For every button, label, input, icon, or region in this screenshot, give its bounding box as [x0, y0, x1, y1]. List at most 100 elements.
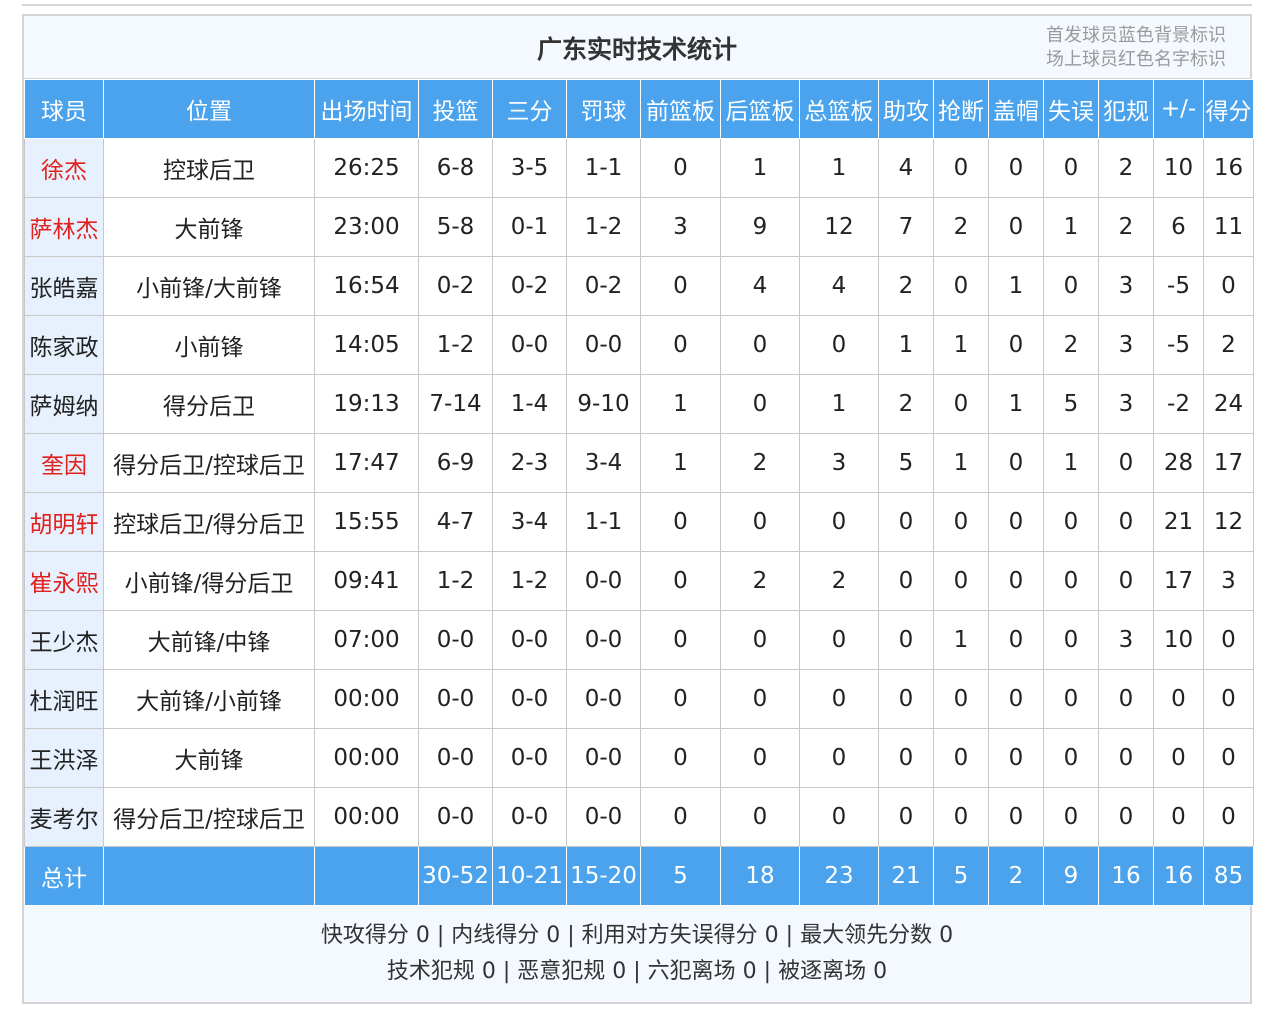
stat-cell: 2: [1043, 315, 1099, 375]
stat-cell: 0: [933, 787, 989, 847]
stat-cell: 0: [1098, 433, 1154, 493]
stat-cell: 28: [1153, 433, 1204, 493]
stat-cell: 0: [799, 610, 879, 670]
stat-cell: 21: [1153, 492, 1204, 552]
stat-cell: 0: [1043, 256, 1099, 316]
stat-cell: 1: [799, 374, 879, 434]
stat-cell: 11: [1203, 197, 1254, 257]
column-header: 罚球: [566, 79, 641, 139]
stat-cell: 0: [799, 492, 879, 552]
stat-cell: 0-0: [492, 787, 567, 847]
stats-table: 球员 位置 出场时间 投篮 三分 罚球 前篮板 后篮板 总篮板 助攻 抢断 盖帽 失误 犯规 +/- 得分 徐…: [24, 79, 1254, 906]
table-row: 王少杰 大前锋/中锋 07:00 0-0 0-0 0-0 0 0 0 0 1 0 0 3 10 0: [24, 610, 1254, 670]
stat-cell: 0: [1203, 610, 1254, 670]
stat-cell: 0: [799, 669, 879, 729]
column-header: 位置: [103, 79, 315, 139]
stat-cell: 0: [1153, 669, 1204, 729]
totals-cell: 5: [640, 846, 721, 906]
stat-cell: 17: [1203, 433, 1254, 493]
stat-cell: 07:00: [314, 610, 419, 670]
stat-cell: 0: [1203, 787, 1254, 847]
totals-cell: 23: [799, 846, 879, 906]
stat-cell: 19:13: [314, 374, 419, 434]
stat-cell: 0: [988, 315, 1044, 375]
stat-cell: 0-0: [418, 787, 493, 847]
stat-cell: 大前锋: [103, 728, 315, 788]
stat-cell: 1-2: [418, 551, 493, 611]
stat-cell: 10: [1153, 610, 1204, 670]
table-row: 王洪泽 大前锋 00:00 0-0 0-0 0-0 0 0 0 0 0 0 0 0 0 0: [24, 728, 1254, 788]
stat-cell: 0: [1043, 492, 1099, 552]
stat-cell: 4: [799, 256, 879, 316]
stat-cell: 0: [1098, 492, 1154, 552]
stat-cell: 0-2: [566, 256, 641, 316]
totals-label: 总计: [24, 846, 104, 906]
stat-cell: 0: [1153, 787, 1204, 847]
stat-cell: 大前锋/中锋: [103, 610, 315, 670]
stat-cell: 0-0: [492, 728, 567, 788]
column-header: 盖帽: [988, 79, 1044, 139]
stat-cell: 3: [640, 197, 721, 257]
stat-cell: 0: [988, 492, 1044, 552]
stat-cell: 1: [1043, 433, 1099, 493]
stat-cell: 2: [799, 551, 879, 611]
stat-cell: 1: [799, 138, 879, 198]
stat-cell: 0: [640, 610, 721, 670]
totals-row: 总计 30-52 10-21 15-20 5 18 23 21 5 2 9 16 16 85: [24, 846, 1254, 906]
stat-cell: 0: [878, 610, 934, 670]
title-bar: 广东实时技术统计 首发球员蓝色背景标识 场上球员红色名字标识: [24, 16, 1250, 79]
stat-cell: -2: [1153, 374, 1204, 434]
stat-cell: 0: [878, 669, 934, 729]
stat-cell: 1-2: [492, 551, 567, 611]
stat-cell: 5: [1043, 374, 1099, 434]
stat-cell: 3: [1098, 610, 1154, 670]
stat-cell: 2: [933, 197, 989, 257]
stat-cell: 0: [1098, 669, 1154, 729]
stat-cell: 24: [1203, 374, 1254, 434]
column-header: 三分: [492, 79, 567, 139]
column-header: 失误: [1043, 79, 1099, 139]
stat-cell: 17:47: [314, 433, 419, 493]
column-header: 出场时间: [314, 79, 419, 139]
stat-cell: 6: [1153, 197, 1204, 257]
stat-cell: 0: [878, 728, 934, 788]
stat-cell: 0: [988, 728, 1044, 788]
stat-cell: 0: [1043, 551, 1099, 611]
table-row: 陈家政 小前锋 14:05 1-2 0-0 0-0 0 0 0 1 1 0 2 3 -5 2: [24, 315, 1254, 375]
stat-cell: 1: [933, 433, 989, 493]
stat-cell: 7-14: [418, 374, 493, 434]
header-row: 球员 位置 出场时间 投篮 三分 罚球 前篮板 后篮板 总篮板 助攻 抢断 盖帽 失误 犯规 +/- 得分: [24, 79, 1254, 139]
table-row: 麦考尔 得分后卫/控球后卫 00:00 0-0 0-0 0-0 0 0 0 0 0 0 0 0 0 0: [24, 787, 1254, 847]
stat-cell: 0-0: [492, 669, 567, 729]
stats-panel: 广东实时技术统计 首发球员蓝色背景标识 场上球员红色名字标识 球员 位置 出场时间投…: [22, 14, 1254, 1004]
stat-cell: 大前锋: [103, 197, 315, 257]
player-name: 杜润旺: [24, 669, 104, 729]
stat-cell: 0: [640, 787, 721, 847]
table-row: 崔永熙 小前锋/得分后卫 09:41 1-2 1-2 0-0 0 2 2 0 0 0 0 0 17 3: [24, 551, 1254, 611]
stat-cell: 6-9: [418, 433, 493, 493]
column-header: 犯规: [1098, 79, 1154, 139]
column-header: 后篮板: [720, 79, 800, 139]
player-name: 萨林杰: [24, 197, 104, 257]
stat-cell: 0: [988, 610, 1044, 670]
legend: 首发球员蓝色背景标识 场上球员红色名字标识: [1046, 24, 1226, 72]
stat-cell: -5: [1153, 315, 1204, 375]
stat-cell: 0: [933, 374, 989, 434]
column-header: 得分: [1203, 79, 1254, 139]
stat-cell: 0-0: [566, 610, 641, 670]
stat-cell: 0: [988, 551, 1044, 611]
table-row: 杜润旺 大前锋/小前锋 00:00 0-0 0-0 0-0 0 0 0 0 0 0 0 0 0 0: [24, 669, 1254, 729]
stat-cell: 1: [933, 315, 989, 375]
stat-cell: 0: [878, 787, 934, 847]
stat-cell: 0: [640, 315, 721, 375]
stat-cell: 17: [1153, 551, 1204, 611]
stat-cell: 0: [933, 669, 989, 729]
stat-cell: 0: [1043, 728, 1099, 788]
stat-cell: 0: [720, 315, 800, 375]
totals-cell: 30-52: [418, 846, 493, 906]
stat-cell: 15:55: [314, 492, 419, 552]
stat-cell: 0: [1153, 728, 1204, 788]
player-name: 王少杰: [24, 610, 104, 670]
stat-cell: 0: [933, 551, 989, 611]
stat-cell: 10: [1153, 138, 1204, 198]
